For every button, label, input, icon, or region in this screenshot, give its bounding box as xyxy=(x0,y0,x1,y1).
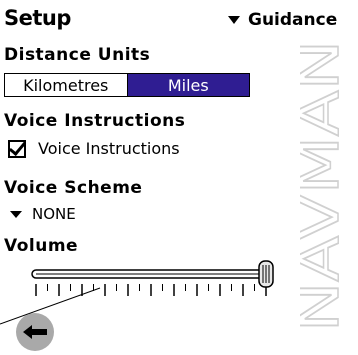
back-button[interactable] xyxy=(16,313,54,351)
voice-scheme-value: NONE xyxy=(32,205,76,223)
kilometres-option[interactable]: Kilometres xyxy=(5,74,128,96)
svg-text:NAVMAN: NAVMAN xyxy=(300,40,346,332)
back-arrow-icon xyxy=(23,325,47,339)
triangle-down-icon xyxy=(228,16,240,24)
triangle-down-icon xyxy=(10,210,22,218)
voice-scheme-heading: Voice Scheme xyxy=(4,178,143,198)
voice-instructions-checkbox[interactable]: Voice Instructions xyxy=(8,139,180,158)
distance-units-heading: Distance Units xyxy=(4,45,151,65)
navman-logo: NAVMAN xyxy=(300,39,346,333)
page-title: Setup xyxy=(4,6,71,30)
voice-instructions-heading: Voice Instructions xyxy=(4,111,186,131)
checkmark-icon xyxy=(8,139,26,158)
volume-thumb[interactable] xyxy=(258,260,274,288)
miles-option[interactable]: Miles xyxy=(127,74,249,96)
voice-scheme-dropdown[interactable]: NONE xyxy=(10,205,76,223)
guidance-menu-label: Guidance xyxy=(248,10,338,30)
voice-instructions-checkbox-label: Voice Instructions xyxy=(38,139,180,158)
distance-units-selector: Kilometres Miles xyxy=(4,73,250,97)
volume-heading: Volume xyxy=(4,236,79,256)
guidance-menu[interactable]: Guidance xyxy=(228,10,337,30)
pointer-line xyxy=(0,287,101,325)
